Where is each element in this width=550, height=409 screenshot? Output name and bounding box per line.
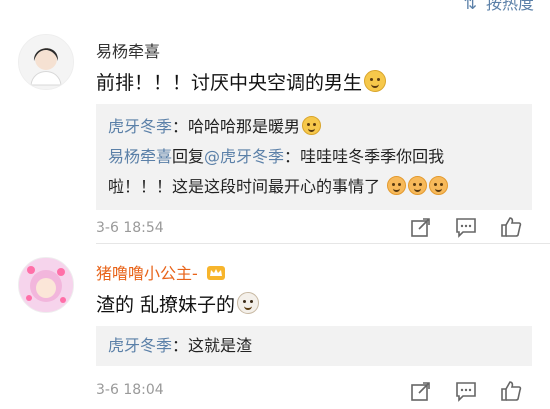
- reply-line: 虎牙冬季：这就是渣: [108, 334, 520, 358]
- comment-icon[interactable]: [455, 216, 477, 238]
- avatar[interactable]: [18, 34, 74, 90]
- comment-author[interactable]: 猪噜噜小公主-: [96, 260, 225, 284]
- reply-line: 虎牙冬季：哈哈哈那是暖男: [108, 112, 520, 142]
- reply-mention[interactable]: @虎牙冬季: [204, 147, 284, 166]
- reply-user[interactable]: 虎牙冬季: [108, 336, 172, 355]
- avatar[interactable]: [18, 257, 74, 313]
- sort-label: 按热度: [485, 0, 534, 13]
- dog-emoji-icon: [364, 70, 387, 92]
- cry-emoji-icon: [387, 176, 407, 195]
- cat-emoji-icon: [237, 292, 260, 314]
- reply-sep: ：: [172, 336, 189, 355]
- reply-text: 哇哇哇冬季季你回我: [300, 147, 445, 166]
- share-icon[interactable]: [410, 216, 432, 238]
- comment-actions: [410, 380, 530, 404]
- comment-time: 3-6 18:04: [96, 382, 164, 398]
- reply-sep: ：: [284, 147, 301, 166]
- cry-emoji-icon: [429, 176, 449, 195]
- divider: [96, 243, 550, 244]
- share-icon[interactable]: [410, 380, 432, 402]
- comment-actions: [410, 216, 530, 240]
- comment-text: 渣的 乱撩妹子的: [96, 290, 260, 317]
- like-icon[interactable]: [500, 380, 522, 402]
- comment-text-content: 前排！！！讨厌中央空调的男生: [96, 72, 363, 94]
- reply-action: 回复: [172, 147, 205, 166]
- reply-sep: ：: [172, 117, 189, 136]
- reply-text: 啦！！！这是这段时间最开心的事情了: [108, 177, 381, 196]
- comment-author[interactable]: 易杨牵喜: [96, 38, 160, 62]
- reply-text: 哈哈哈那是暖男: [188, 117, 301, 136]
- dog-emoji-icon: [302, 116, 322, 135]
- like-icon[interactable]: [500, 216, 522, 238]
- reply-box: 虎牙冬季：哈哈哈那是暖男 易杨牵喜回复@虎牙冬季：哇哇哇冬季季你回我 啦！！！这…: [96, 104, 532, 210]
- comment-text: 前排！！！讨厌中央空调的男生: [96, 68, 387, 95]
- comment-text-content: 渣的 乱撩妹子的: [96, 294, 236, 316]
- reply-user[interactable]: 虎牙冬季: [108, 117, 172, 136]
- avatar-image: [19, 258, 73, 312]
- reply-line: 易杨牵喜回复@虎牙冬季：哇哇哇冬季季你回我: [108, 142, 520, 172]
- comment-time: 3-6 18:54: [96, 220, 164, 236]
- vip-crown-icon: [206, 266, 225, 280]
- reply-box: 虎牙冬季：这就是渣: [96, 326, 532, 366]
- reply-line: 啦！！！这是这段时间最开心的事情了: [108, 172, 520, 202]
- comment-author-name: 猪噜噜小公主-: [96, 264, 198, 283]
- cry-emoji-icon: [408, 176, 428, 195]
- comment-icon[interactable]: [455, 380, 477, 402]
- avatar-image: [19, 35, 73, 89]
- reply-user[interactable]: 易杨牵喜: [108, 147, 172, 166]
- sort-icon: ⇅: [463, 0, 477, 13]
- sort-control[interactable]: ⇅ 按热度: [463, 0, 534, 13]
- reply-text: 这就是渣: [188, 336, 253, 355]
